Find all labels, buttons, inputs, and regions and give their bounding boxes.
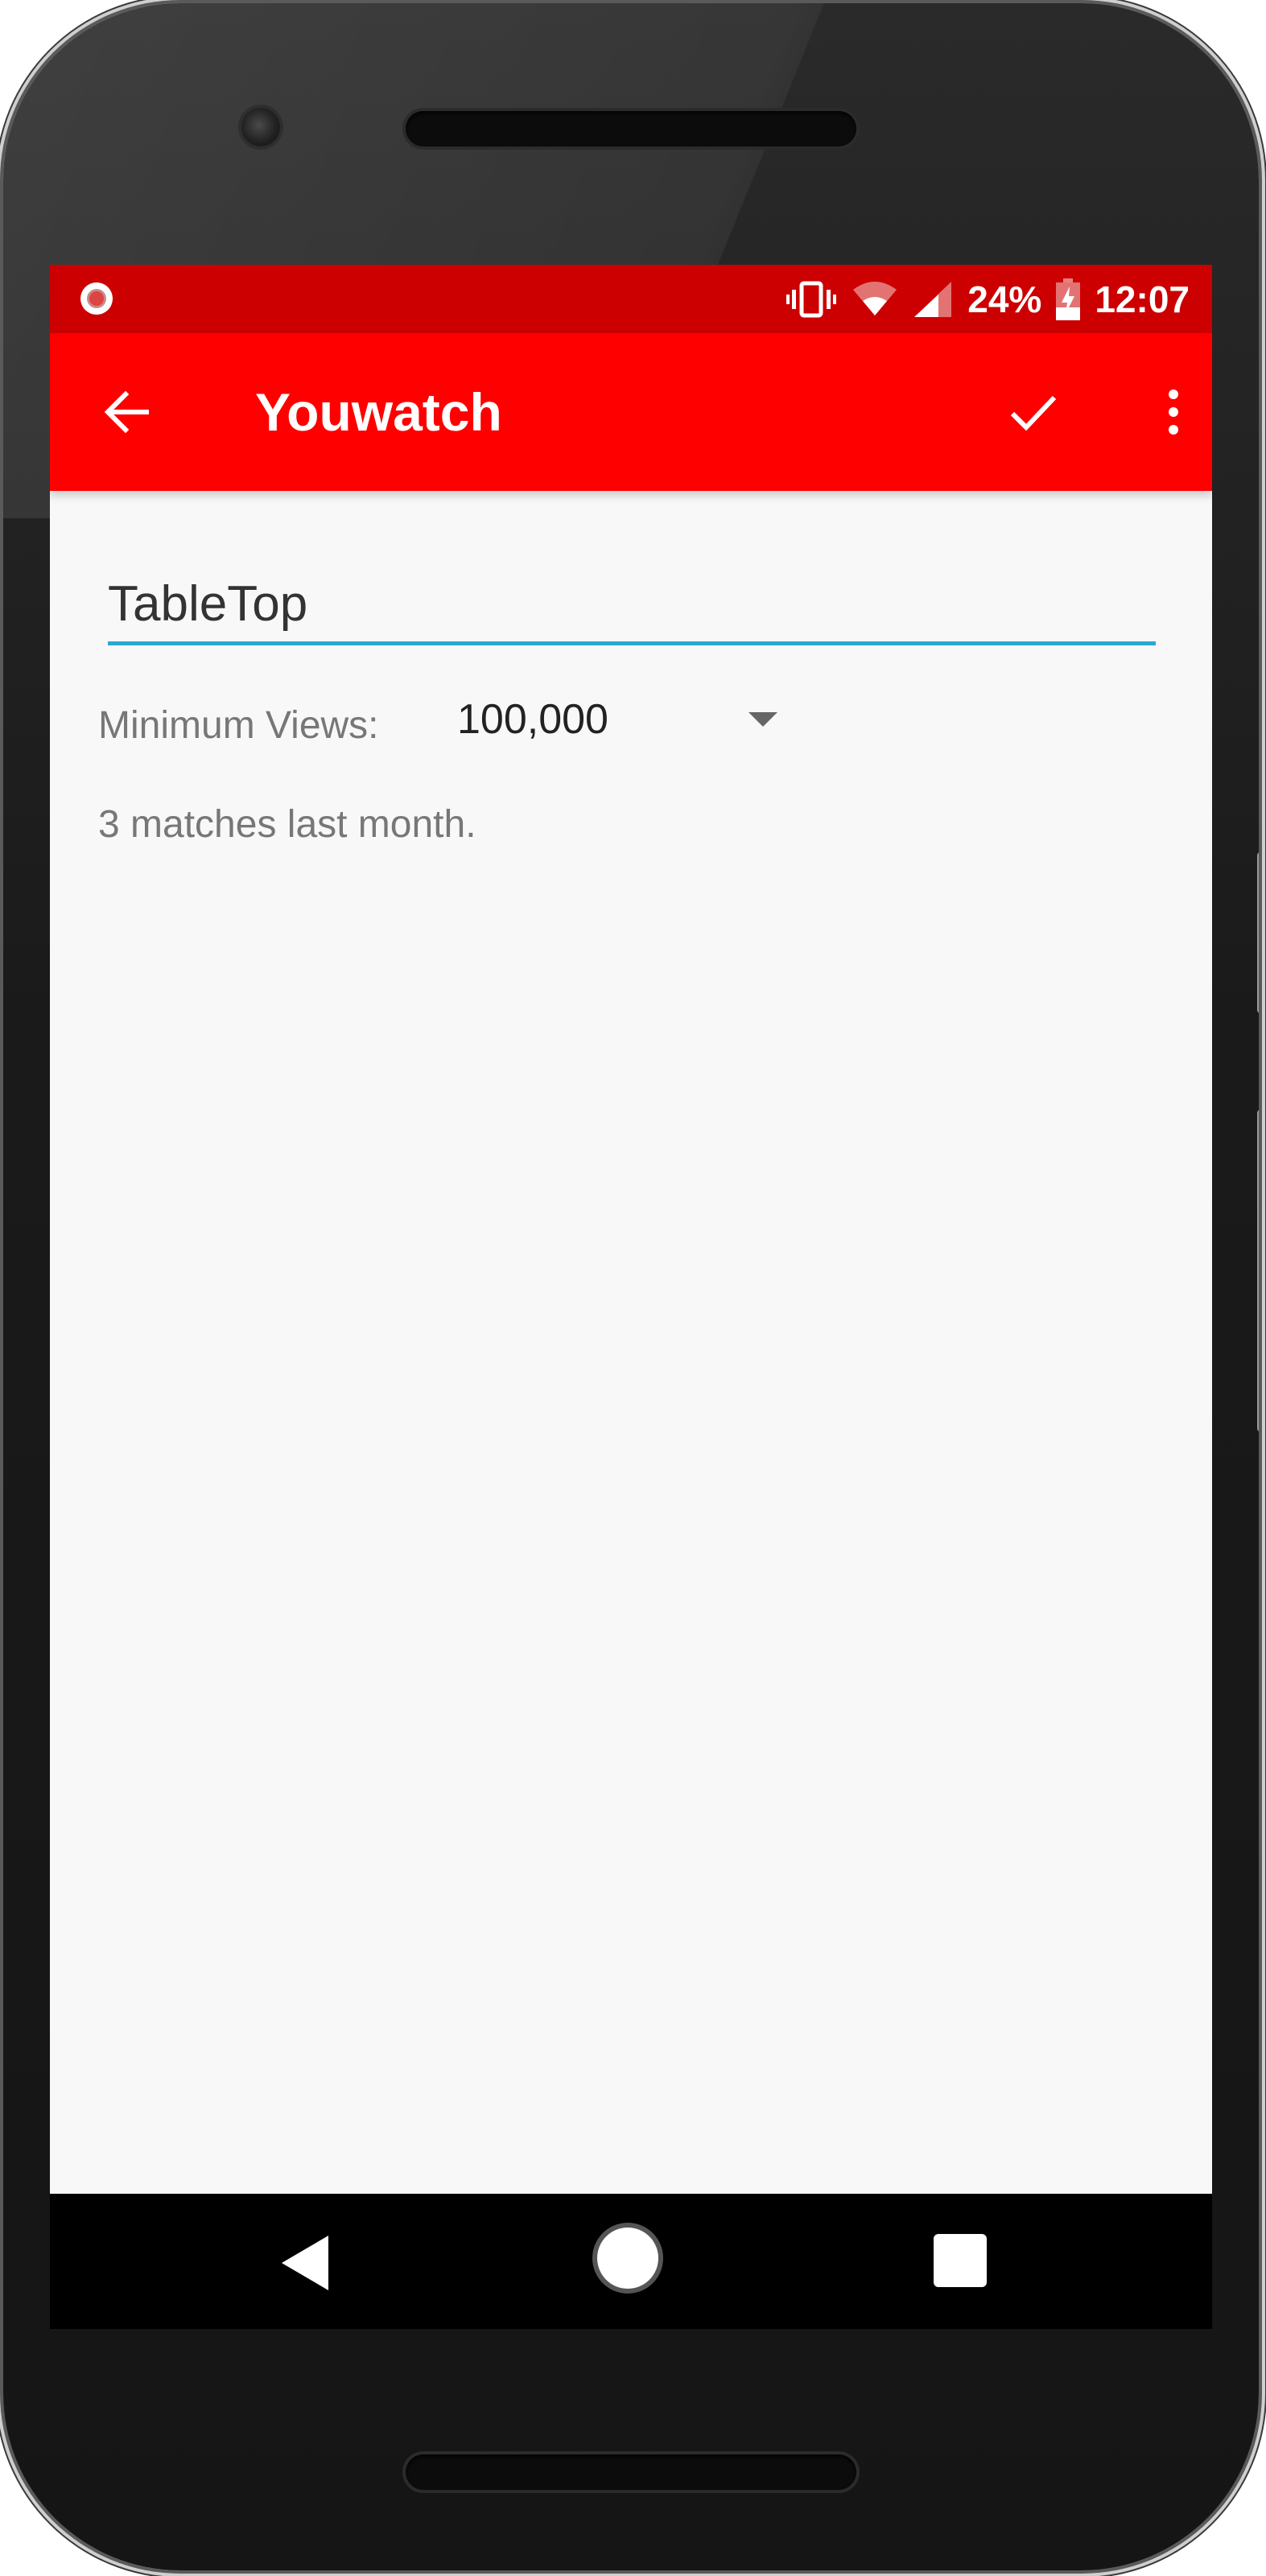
phone-frame: 24% 12:07 Youwatch TableTop Minimum View… bbox=[3, 3, 1259, 2570]
battery-charging-icon bbox=[1056, 278, 1081, 320]
checkmark-icon[interactable] bbox=[1004, 383, 1062, 441]
min-views-label: Minimum Views: bbox=[98, 704, 379, 747]
wifi-icon bbox=[853, 281, 897, 315]
search-term-input[interactable] bbox=[108, 567, 1156, 645]
front-camera bbox=[241, 108, 280, 146]
navigation-bar bbox=[50, 2194, 1212, 2329]
more-vert-icon[interactable] bbox=[1144, 383, 1202, 441]
app-title: Youwatch bbox=[255, 382, 502, 442]
status-time: 12:07 bbox=[1095, 278, 1190, 320]
app-toolbar: Youwatch bbox=[50, 333, 1212, 491]
battery-percent: 24% bbox=[967, 278, 1042, 320]
vibrate-icon bbox=[786, 281, 837, 317]
dropdown-arrow-icon[interactable] bbox=[748, 712, 777, 727]
nav-recents-icon[interactable] bbox=[934, 2234, 987, 2287]
back-arrow-icon[interactable] bbox=[98, 383, 156, 441]
recording-icon bbox=[80, 282, 113, 315]
min-views-dropdown[interactable]: 100,000 bbox=[457, 695, 608, 744]
status-bar: 24% 12:07 bbox=[50, 265, 1212, 333]
nav-home-icon[interactable] bbox=[597, 2228, 658, 2289]
cell-signal-icon bbox=[914, 281, 952, 317]
status-icons-group: 24% 12:07 bbox=[786, 265, 1190, 333]
nav-back-icon[interactable] bbox=[282, 2236, 328, 2290]
power-button bbox=[1257, 852, 1259, 1013]
matches-summary: 3 matches last month. bbox=[98, 803, 476, 846]
top-speaker-grille bbox=[406, 111, 856, 146]
volume-rocker bbox=[1257, 1110, 1259, 1432]
device-screen: 24% 12:07 Youwatch TableTop Minimum View… bbox=[50, 265, 1212, 2329]
bottom-speaker-grille bbox=[406, 2454, 856, 2490]
